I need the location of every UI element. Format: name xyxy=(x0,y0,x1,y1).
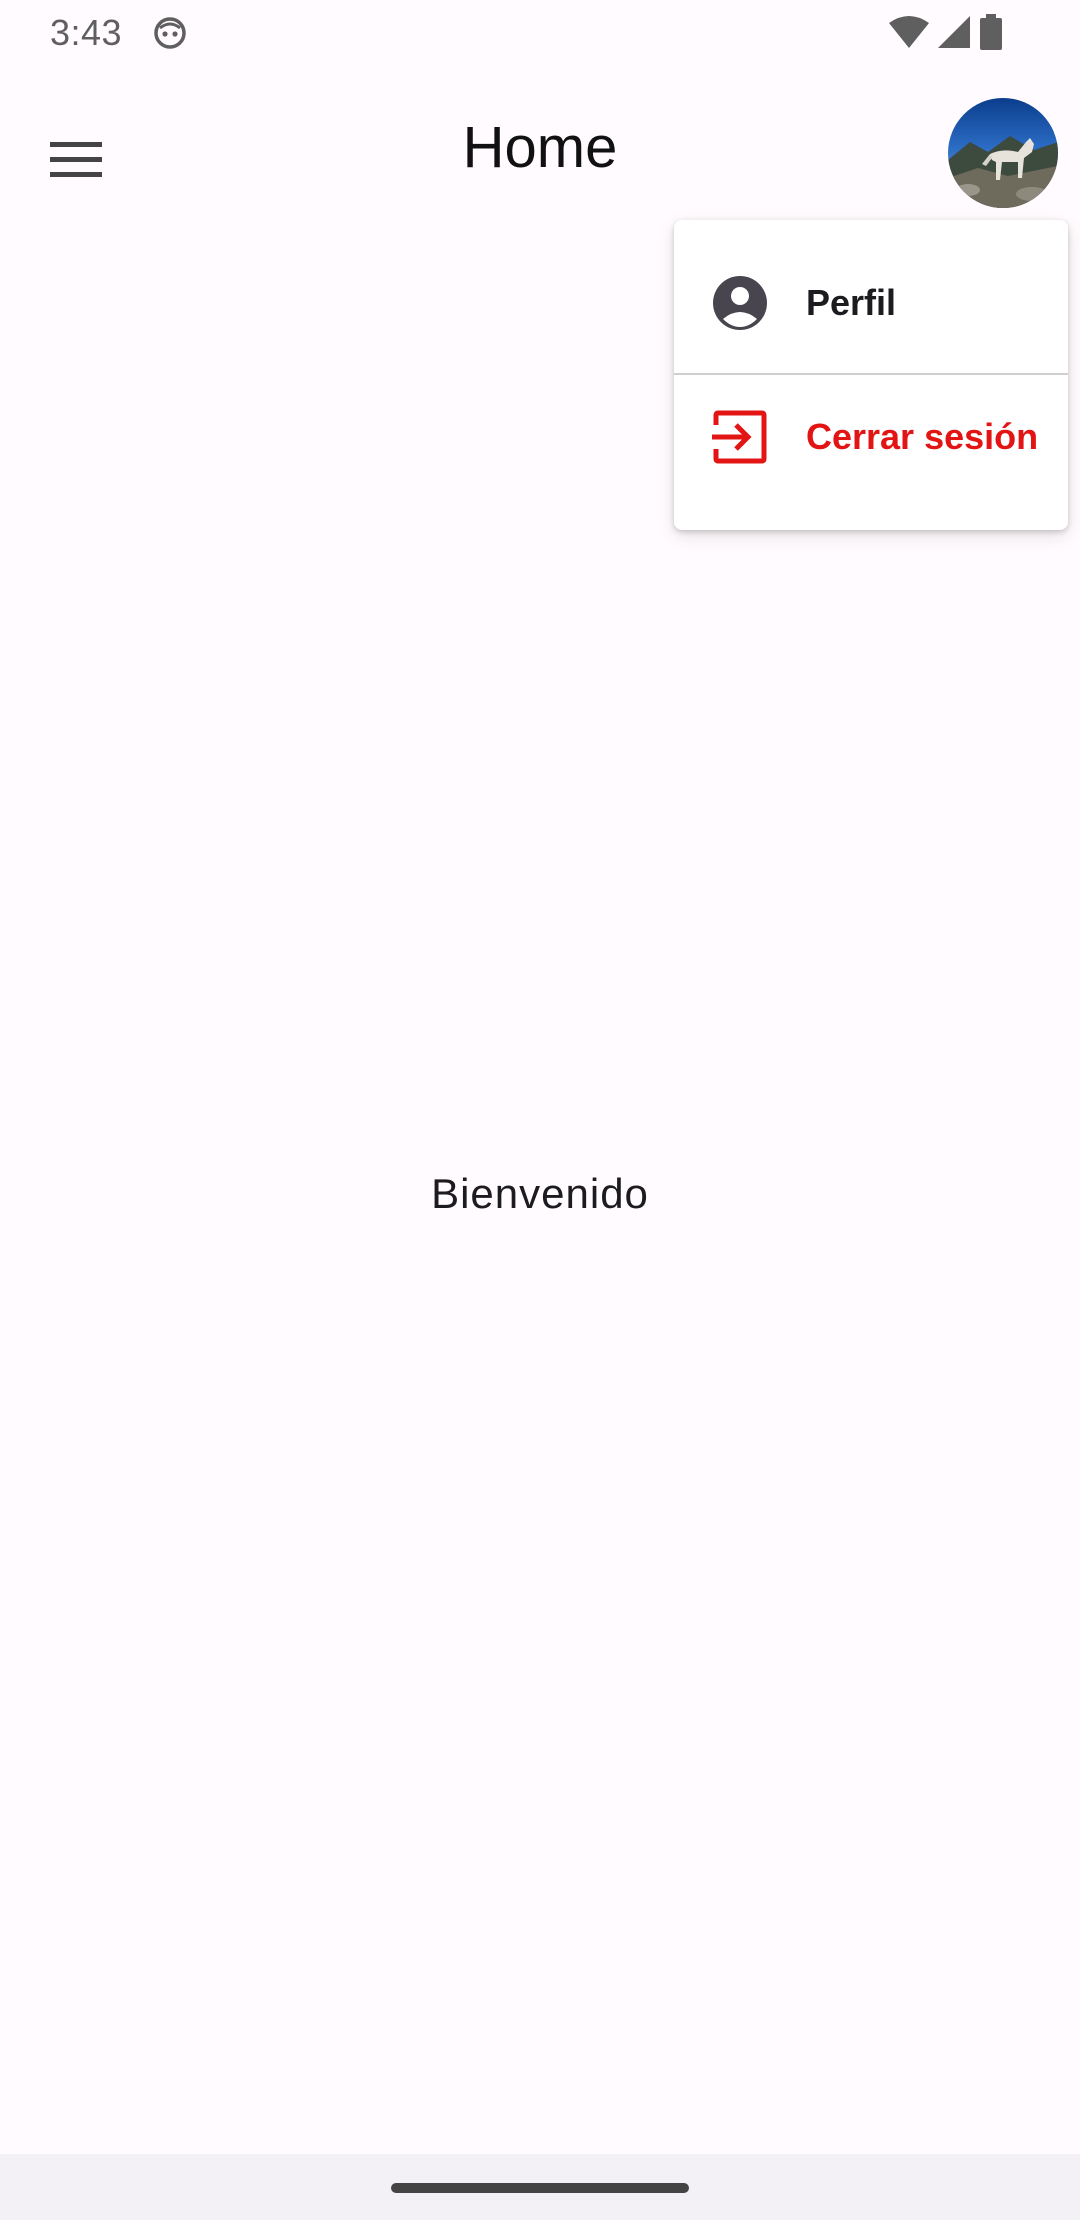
menu-item-label: Perfil xyxy=(806,282,897,323)
gesture-handle[interactable] xyxy=(391,2183,689,2193)
home-screen: 3:43 Home Bienvenido Perfil Cerrar sesió… xyxy=(0,0,1080,2220)
menu-item-logout[interactable]: Cerrar sesión xyxy=(674,370,1068,504)
menu-item-label: Cerrar sesión xyxy=(806,416,1039,457)
menu-item-profile[interactable]: Perfil xyxy=(674,236,1068,370)
logout-icon xyxy=(710,407,770,467)
page-title: Home xyxy=(462,115,618,180)
account-dropdown-menu: Perfil Cerrar sesión xyxy=(674,220,1068,530)
status-time: 3:43 xyxy=(50,12,123,53)
status-bar: 3:43 xyxy=(0,0,1080,66)
avatar[interactable] xyxy=(948,98,1058,208)
user-avatar-photo xyxy=(948,98,1058,208)
top-app-bar: Home xyxy=(0,66,1080,236)
cell-signal-icon xyxy=(936,15,972,49)
status-icons xyxy=(888,14,1004,50)
android-face-icon xyxy=(152,14,188,50)
battery-icon xyxy=(978,14,1004,50)
wifi-icon xyxy=(888,15,930,49)
welcome-text: Bienvenido xyxy=(431,1170,649,1217)
account-circle-icon xyxy=(710,273,770,333)
